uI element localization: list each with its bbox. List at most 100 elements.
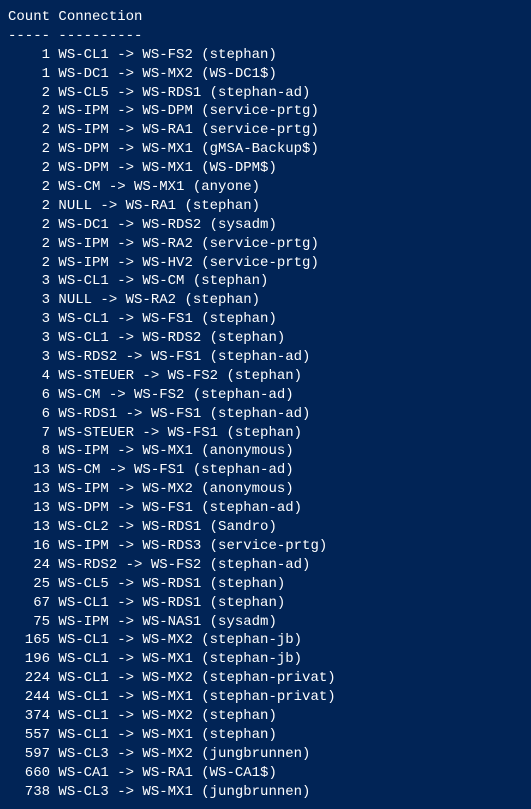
cell-connection: WS-IPM -> WS-RDS3 (service-prtg) bbox=[58, 538, 327, 554]
table-row: 16 WS-IPM -> WS-RDS3 (service-prtg) bbox=[8, 537, 523, 556]
cell-count: 2 bbox=[8, 122, 50, 138]
cell-count: 3 bbox=[8, 330, 50, 346]
table-row: 557 WS-CL1 -> WS-MX1 (stephan) bbox=[8, 726, 523, 745]
cell-connection: NULL -> WS-RA1 (stephan) bbox=[58, 198, 260, 214]
table-row: 13 WS-CM -> WS-FS1 (stephan-ad) bbox=[8, 461, 523, 480]
cell-count: 8 bbox=[8, 443, 50, 459]
table-row: 6 WS-CM -> WS-FS2 (stephan-ad) bbox=[8, 386, 523, 405]
cell-connection: WS-CM -> WS-FS1 (stephan-ad) bbox=[58, 462, 293, 478]
cell-count: 738 bbox=[8, 784, 50, 800]
cell-connection: WS-IPM -> WS-DPM (service-prtg) bbox=[58, 103, 318, 119]
cell-count: 25 bbox=[8, 576, 50, 592]
cell-connection: WS-DPM -> WS-MX1 (WS-DPM$) bbox=[58, 160, 276, 176]
cell-count: 16 bbox=[8, 538, 50, 554]
cell-connection: WS-CL1 -> WS-MX2 (stephan-privat) bbox=[58, 670, 335, 686]
cell-connection: WS-DC1 -> WS-RDS2 (sysadm) bbox=[58, 217, 276, 233]
table-row: 3 WS-CL1 -> WS-RDS2 (stephan) bbox=[8, 329, 523, 348]
table-row: 3 NULL -> WS-RA2 (stephan) bbox=[8, 291, 523, 310]
table-row: 2 WS-IPM -> WS-RA2 (service-prtg) bbox=[8, 235, 523, 254]
cell-count: 1 bbox=[8, 47, 50, 63]
cell-count: 75 bbox=[8, 614, 50, 630]
table-row: 2 WS-DC1 -> WS-RDS2 (sysadm) bbox=[8, 216, 523, 235]
cell-connection: WS-CL1 -> WS-MX2 (stephan-jb) bbox=[58, 632, 302, 648]
cell-connection: WS-RDS2 -> WS-FS2 (stephan-ad) bbox=[58, 557, 310, 573]
cell-connection: WS-CL1 -> WS-MX1 (stephan) bbox=[58, 727, 276, 743]
table-row: 224 WS-CL1 -> WS-MX2 (stephan-privat) bbox=[8, 669, 523, 688]
table-row: 244 WS-CL1 -> WS-MX1 (stephan-privat) bbox=[8, 688, 523, 707]
table-row: 2 WS-IPM -> WS-DPM (service-prtg) bbox=[8, 102, 523, 121]
table-row: 2 WS-DPM -> WS-MX1 (gMSA-Backup$) bbox=[8, 140, 523, 159]
cell-connection: WS-CL1 -> WS-FS1 (stephan) bbox=[58, 311, 276, 327]
table-row: 3 WS-CL1 -> WS-CM (stephan) bbox=[8, 272, 523, 291]
table-header: Count Connection bbox=[8, 8, 523, 27]
cell-connection: WS-CL1 -> WS-CM (stephan) bbox=[58, 273, 268, 289]
cell-connection: WS-CL1 -> WS-FS2 (stephan) bbox=[58, 47, 276, 63]
table-row: 2 WS-DPM -> WS-MX1 (WS-DPM$) bbox=[8, 159, 523, 178]
cell-count: 224 bbox=[8, 670, 50, 686]
table-row: 13 WS-DPM -> WS-FS1 (stephan-ad) bbox=[8, 499, 523, 518]
cell-connection: WS-IPM -> WS-NAS1 (sysadm) bbox=[58, 614, 276, 630]
cell-count: 660 bbox=[8, 765, 50, 781]
cell-count: 3 bbox=[8, 292, 50, 308]
table-row: 597 WS-CL3 -> WS-MX2 (jungbrunnen) bbox=[8, 745, 523, 764]
cell-count: 67 bbox=[8, 595, 50, 611]
cell-count: 13 bbox=[8, 481, 50, 497]
table-row: 2 NULL -> WS-RA1 (stephan) bbox=[8, 197, 523, 216]
table-row: 196 WS-CL1 -> WS-MX1 (stephan-jb) bbox=[8, 650, 523, 669]
table-row: 2 WS-IPM -> WS-RA1 (service-prtg) bbox=[8, 121, 523, 140]
table-row: 3 WS-RDS2 -> WS-FS1 (stephan-ad) bbox=[8, 348, 523, 367]
cell-count: 2 bbox=[8, 198, 50, 214]
cell-count: 557 bbox=[8, 727, 50, 743]
table-row: 1 WS-CL1 -> WS-FS2 (stephan) bbox=[8, 46, 523, 65]
cell-connection: WS-IPM -> WS-RA2 (service-prtg) bbox=[58, 236, 318, 252]
table-row: 13 WS-IPM -> WS-MX2 (anonymous) bbox=[8, 480, 523, 499]
table-row: 67 WS-CL1 -> WS-RDS1 (stephan) bbox=[8, 594, 523, 613]
cell-connection: WS-IPM -> WS-MX2 (anonymous) bbox=[58, 481, 293, 497]
table-row: 2 WS-CL5 -> WS-RDS1 (stephan-ad) bbox=[8, 84, 523, 103]
cell-connection: NULL -> WS-RA2 (stephan) bbox=[58, 292, 260, 308]
cell-count: 13 bbox=[8, 519, 50, 535]
cell-connection: WS-CL1 -> WS-RDS1 (stephan) bbox=[58, 595, 285, 611]
cell-connection: WS-CA1 -> WS-RA1 (WS-CA1$) bbox=[58, 765, 276, 781]
table-row: 13 WS-CL2 -> WS-RDS1 (Sandro) bbox=[8, 518, 523, 537]
cell-connection: WS-STEUER -> WS-FS2 (stephan) bbox=[58, 368, 302, 384]
cell-connection: WS-CL1 -> WS-MX1 (stephan-privat) bbox=[58, 689, 335, 705]
cell-count: 1 bbox=[8, 66, 50, 82]
cell-connection: WS-RDS1 -> WS-FS1 (stephan-ad) bbox=[58, 406, 310, 422]
cell-connection: WS-STEUER -> WS-FS1 (stephan) bbox=[58, 425, 302, 441]
cell-count: 165 bbox=[8, 632, 50, 648]
cell-count: 6 bbox=[8, 406, 50, 422]
cell-count: 2 bbox=[8, 160, 50, 176]
cell-connection: WS-CL2 -> WS-RDS1 (Sandro) bbox=[58, 519, 276, 535]
table-row: 1 WS-DC1 -> WS-MX2 (WS-DC1$) bbox=[8, 65, 523, 84]
cell-count: 2 bbox=[8, 103, 50, 119]
cell-connection: WS-CL1 -> WS-MX2 (stephan) bbox=[58, 708, 276, 724]
cell-connection: WS-CL1 -> WS-MX1 (stephan-jb) bbox=[58, 651, 302, 667]
table-row: 4 WS-STEUER -> WS-FS2 (stephan) bbox=[8, 367, 523, 386]
table-row: 660 WS-CA1 -> WS-RA1 (WS-CA1$) bbox=[8, 764, 523, 783]
cell-connection: WS-CL3 -> WS-MX2 (jungbrunnen) bbox=[58, 746, 310, 762]
header-connection: Connection bbox=[58, 9, 142, 25]
cell-connection: WS-DPM -> WS-MX1 (gMSA-Backup$) bbox=[58, 141, 318, 157]
table-row: 75 WS-IPM -> WS-NAS1 (sysadm) bbox=[8, 613, 523, 632]
cell-count: 7 bbox=[8, 425, 50, 441]
table-row: 6 WS-RDS1 -> WS-FS1 (stephan-ad) bbox=[8, 405, 523, 424]
table-row: 8 WS-IPM -> WS-MX1 (anonymous) bbox=[8, 442, 523, 461]
cell-connection: WS-DPM -> WS-FS1 (stephan-ad) bbox=[58, 500, 302, 516]
table-row: 738 WS-CL3 -> WS-MX1 (jungbrunnen) bbox=[8, 783, 523, 802]
cell-connection: WS-CL3 -> WS-MX1 (jungbrunnen) bbox=[58, 784, 310, 800]
cell-count: 2 bbox=[8, 255, 50, 271]
table-row: 7 WS-STEUER -> WS-FS1 (stephan) bbox=[8, 424, 523, 443]
cell-count: 3 bbox=[8, 349, 50, 365]
table-row: 3 WS-CL1 -> WS-FS1 (stephan) bbox=[8, 310, 523, 329]
table-row: 2 WS-IPM -> WS-HV2 (service-prtg) bbox=[8, 254, 523, 273]
table-body: 1 WS-CL1 -> WS-FS2 (stephan) 1 WS-DC1 ->… bbox=[8, 46, 523, 802]
cell-count: 13 bbox=[8, 462, 50, 478]
cell-count: 24 bbox=[8, 557, 50, 573]
cell-count: 2 bbox=[8, 141, 50, 157]
cell-connection: WS-CL1 -> WS-RDS2 (stephan) bbox=[58, 330, 285, 346]
cell-count: 196 bbox=[8, 651, 50, 667]
header-count: Count bbox=[8, 9, 50, 25]
cell-count: 374 bbox=[8, 708, 50, 724]
table-row: 25 WS-CL5 -> WS-RDS1 (stephan) bbox=[8, 575, 523, 594]
